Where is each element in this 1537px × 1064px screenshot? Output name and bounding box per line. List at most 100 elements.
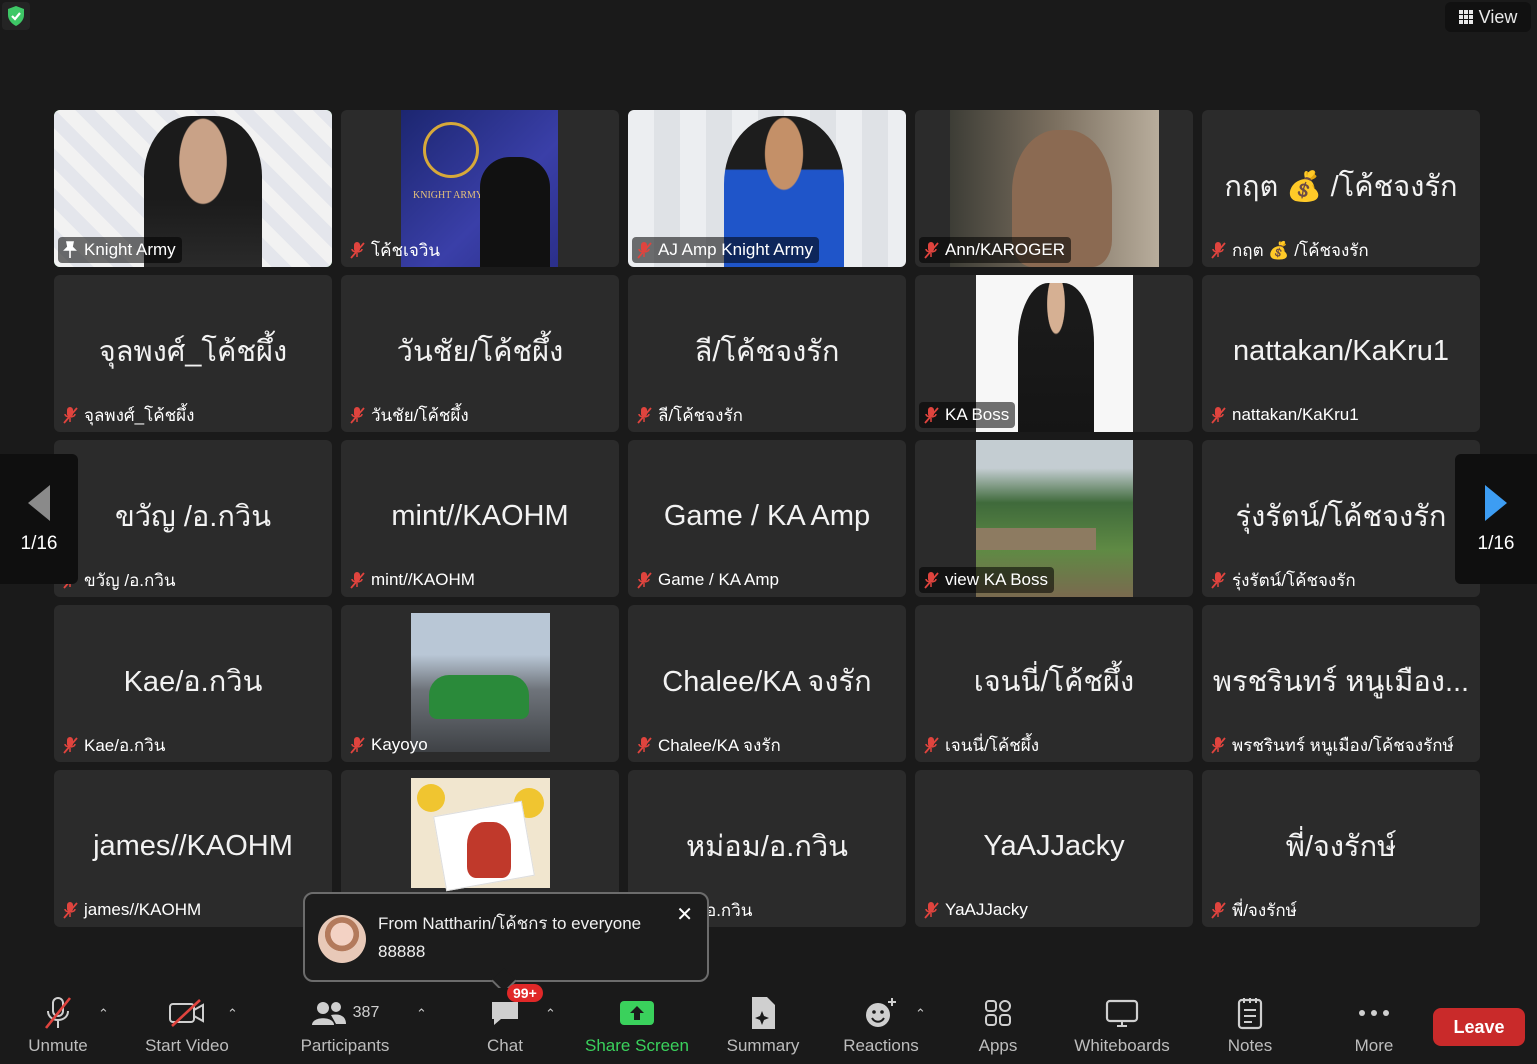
participant-name: view KA Boss [945, 570, 1048, 589]
participant-tile[interactable]: Game / KA Amp Game / KA Amp [628, 440, 906, 597]
chat-icon [492, 1002, 518, 1025]
participant-tile[interactable]: กฤต 💰 /โค้ชจงรัก กฤต 💰 /โค้ชจงรัก [1202, 110, 1480, 267]
knight-logo-icon [423, 122, 479, 178]
participant-tile[interactable]: nattakan/KaKru1 nattakan/KaKru1 [1202, 275, 1480, 432]
unread-badge: 99+ [507, 984, 543, 1002]
participant-tile[interactable]: ขวัญ /อ.กวิน ขวัญ /อ.กวิน [54, 440, 332, 597]
participant-tile[interactable]: Kayoyo [341, 605, 619, 762]
participant-tile[interactable]: KA Boss [915, 275, 1193, 432]
participant-name: Chalee/KA จงรัก [658, 735, 781, 755]
participants-label: Participants [300, 1036, 390, 1055]
start-video-button[interactable]: Start Video [137, 988, 237, 1064]
apps-label: Apps [978, 1036, 1018, 1055]
summary-label: Summary [726, 1036, 800, 1055]
participant-label: จุลพงศ์_โค้ชผึ้ง [58, 402, 200, 428]
participant-tile[interactable]: Kae/อ.กวิน Kae/อ.กวิน [54, 605, 332, 762]
participant-name: ขวัญ /อ.กวิน [84, 570, 176, 590]
participant-label: KA Boss [919, 402, 1016, 428]
participant-name: Kae/อ.กวิน [84, 735, 166, 755]
participant-tile[interactable]: AJ Amp Knight Army [628, 110, 906, 267]
mic-off-icon [350, 572, 365, 589]
chat-button[interactable]: 99+ Chat [476, 984, 543, 1064]
pin-icon [63, 241, 77, 258]
whiteboards-button[interactable]: Whiteboards [1066, 988, 1178, 1064]
mic-off-icon [1211, 242, 1226, 259]
video-off-icon [169, 999, 204, 1027]
grid-view-icon [1458, 10, 1473, 24]
participant-tile[interactable]: view KA Boss [915, 440, 1193, 597]
more-button[interactable]: More [1344, 988, 1404, 1064]
mic-off-icon [1211, 737, 1226, 754]
unmute-button[interactable]: Unmute [20, 988, 96, 1064]
participants-button[interactable]: 387 Participants [292, 988, 398, 1064]
participant-tile[interactable]: พี่/จงรักษ์ พี่/จงรักษ์ [1202, 770, 1480, 927]
participant-count: 387 [352, 1004, 380, 1021]
chat-notification[interactable]: From Nattharin/โค้ชกร to everyone 88888 … [303, 892, 709, 994]
close-icon[interactable]: ✕ [676, 902, 693, 927]
reactions-options-chevron-up-icon[interactable]: ⌃ [915, 1006, 926, 1022]
profile-picture [411, 778, 550, 892]
avatar [318, 915, 366, 963]
logo-text: KNIGHT ARMY [413, 190, 484, 201]
participant-name: พรชรินทร์ หนูเมือง/โค้ชจงรักษ์ [1232, 735, 1454, 755]
participant-tile[interactable]: Chalee/KA จงรัก Chalee/KA จงรัก [628, 605, 906, 762]
mic-off-icon [350, 407, 365, 424]
video-options-chevron-up-icon[interactable]: ⌃ [227, 1006, 238, 1022]
participant-tile[interactable]: mint//KAOHM mint//KAOHM [341, 440, 619, 597]
participants-options-chevron-up-icon[interactable]: ⌃ [416, 1006, 427, 1022]
participant-tile[interactable]: Ann/KAROGER [915, 110, 1193, 267]
participant-label: พรชรินทร์ หนูเมือง/โค้ชจงรักษ์ [1206, 732, 1460, 758]
participant-tile[interactable]: เจนนี่/โค้ชผึ้ง เจนนี่/โค้ชผึ้ง [915, 605, 1193, 762]
participant-label: view KA Boss [919, 567, 1054, 593]
participant-label: รุ่งรัตน์/โค้ชจงรัก [1206, 567, 1362, 593]
security-shield-icon[interactable] [2, 2, 30, 30]
mic-off-icon [63, 737, 78, 754]
participant-name: เจนนี่/โค้ชผึ้ง [945, 735, 1040, 755]
participant-name: Game / KA Amp [658, 570, 779, 589]
audio-options-chevron-up-icon[interactable]: ⌃ [98, 1006, 109, 1022]
mic-off-icon [924, 737, 939, 754]
arrow-left-icon [28, 485, 50, 521]
mic-off-icon [924, 572, 939, 589]
page-indicator: 1/16 [1477, 533, 1515, 554]
participant-tile[interactable]: james//KAOHM james//KAOHM [54, 770, 332, 927]
participant-label: YaAJJacky [919, 897, 1034, 923]
leave-button[interactable]: Leave [1433, 1008, 1525, 1046]
apps-button[interactable]: Apps [968, 988, 1028, 1064]
next-page-button[interactable]: 1/16 [1455, 454, 1537, 584]
reactions-icon [866, 998, 896, 1027]
mic-off-icon [63, 407, 78, 424]
participant-tile[interactable]: พรชรินทร์ หนูเมือง... พรชรินทร์ หนูเมือง… [1202, 605, 1480, 762]
chat-options-chevron-up-icon[interactable]: ⌃ [545, 1006, 556, 1022]
previous-page-button[interactable]: 1/16 [0, 454, 78, 584]
participant-tile[interactable]: จุลพงศ์_โค้ชผึ้ง จุลพงศ์_โค้ชผึ้ง [54, 275, 332, 432]
participant-name: วันชัย/โค้ชผึ้ง [371, 405, 469, 425]
participant-label: james//KAOHM [58, 897, 207, 923]
mic-off-icon [1211, 407, 1226, 424]
participant-name: AJ Amp Knight Army [658, 240, 813, 259]
participant-label: Knight Army [58, 237, 182, 263]
summary-button[interactable]: Summary [720, 988, 806, 1064]
participant-tile[interactable]: ลี/โค้ชจงรัก ลี/โค้ชจงรัก [628, 275, 906, 432]
view-label: View [1478, 6, 1518, 27]
participant-name: mint//KAOHM [371, 570, 475, 589]
participant-name: james//KAOHM [84, 900, 202, 919]
participant-label: อ.กวิน [702, 897, 758, 923]
participant-tile[interactable]: รุ่งรัตน์/โค้ชจงรัก รุ่งรัตน์/โค้ชจงรัก [1202, 440, 1480, 597]
view-button[interactable]: View [1445, 2, 1531, 32]
notes-icon [1237, 998, 1263, 1030]
participant-name: อ.กวิน [706, 900, 753, 920]
notes-button[interactable]: Notes [1220, 988, 1280, 1064]
whiteboards-label: Whiteboards [1074, 1036, 1170, 1055]
participant-name: รุ่งรัตน์/โค้ชจงรัก [1232, 570, 1356, 590]
profile-picture [411, 613, 550, 752]
share-screen-button[interactable]: Share Screen [578, 988, 696, 1064]
participant-name: Ann/KAROGER [945, 240, 1065, 259]
participant-tile[interactable]: วันชัย/โค้ชผึ้ง วันชัย/โค้ชผึ้ง [341, 275, 619, 432]
reactions-button[interactable]: Reactions [838, 988, 924, 1064]
participant-tile[interactable]: YaAJJacky YaAJJacky [915, 770, 1193, 927]
participant-tile[interactable]: Knight Army [54, 110, 332, 267]
participant-label: Ann/KAROGER [919, 237, 1071, 263]
participant-name: Kayoyo [371, 735, 428, 754]
participant-tile[interactable]: KNIGHT ARMY โค้ชเจวิน [341, 110, 619, 267]
